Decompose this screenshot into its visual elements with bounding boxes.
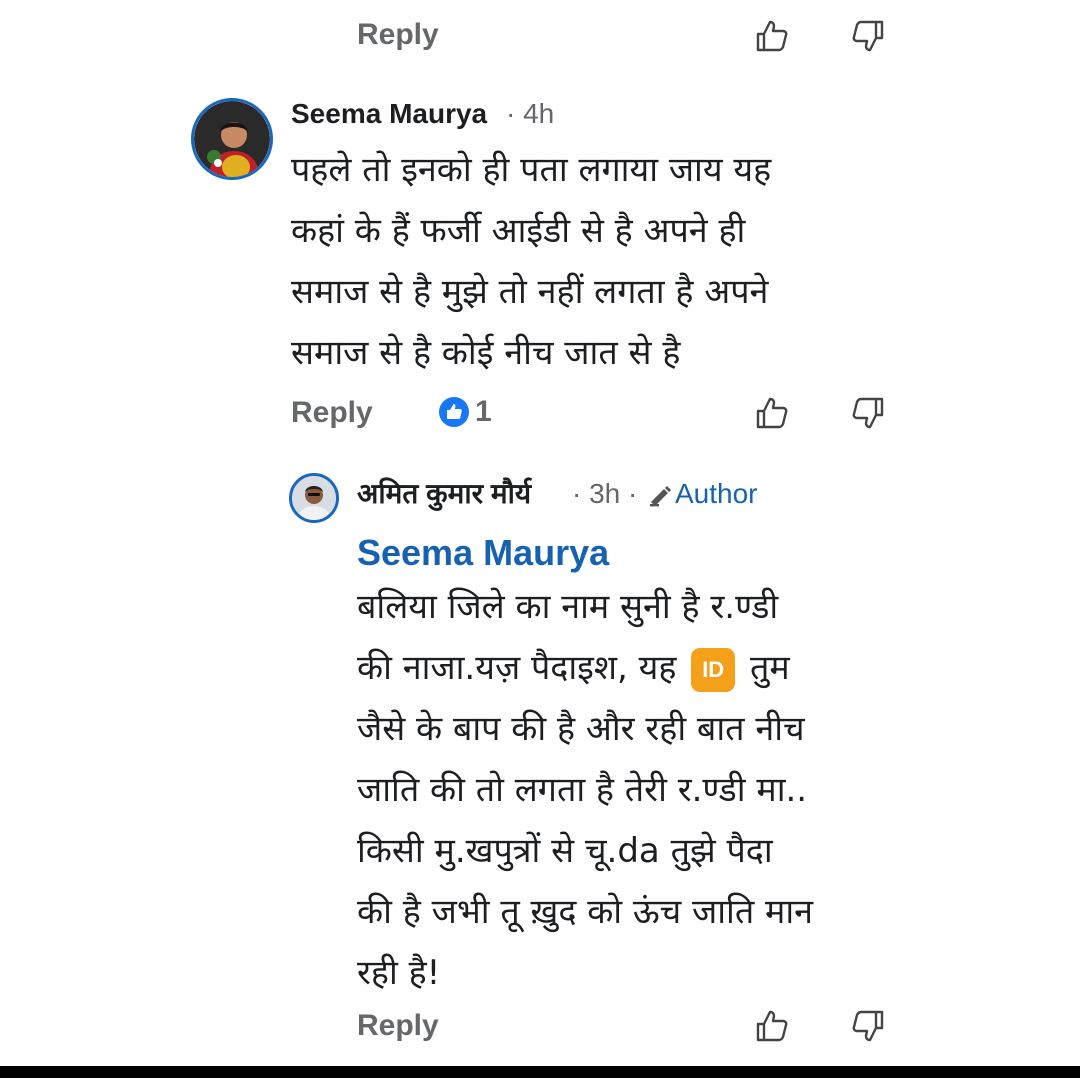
reply-author[interactable]: अमित कुमार मौर्य [357, 477, 531, 511]
comment-line: समाज से है मुझे तो नहीं लगता है अपने [291, 272, 769, 312]
reply-body: बलिया जिले का नाम सुनी है र.ण्डी की नाजा… [357, 577, 813, 1004]
reply-line: की नाजा.यज़ पैदाइश, यह ID तुम [357, 638, 813, 699]
thumbs-down-icon[interactable] [850, 18, 886, 54]
reply-line: बलिया जिले का नाम सुनी है र.ण्डी [357, 587, 779, 627]
comment-author[interactable]: Seema Maurya [291, 97, 487, 131]
reply-line-segment: तुम [750, 648, 790, 688]
reply-line: रही है! [357, 953, 441, 993]
profile-photo [292, 476, 336, 520]
mention-link[interactable]: Seema Maurya [357, 531, 609, 575]
avatar[interactable] [191, 98, 273, 180]
comment-body: पहले तो इनको ही पता लगाया जाय यह कहां के… [291, 140, 771, 384]
reply-line: जैसे के बाप की है और रही बात नीच [357, 709, 805, 749]
like-reaction-icon [439, 397, 469, 427]
comment-timestamp[interactable]: · 4h [506, 97, 554, 131]
reply-avatar[interactable] [289, 473, 339, 523]
reply-button[interactable]: Reply [357, 1008, 439, 1044]
id-emoji-icon: ID [691, 647, 736, 692]
pencil-icon [650, 486, 671, 507]
thumbs-up-icon[interactable] [754, 1008, 790, 1044]
thumbs-down-icon[interactable] [850, 395, 886, 431]
profile-photo [194, 101, 270, 177]
thumbs-up-icon[interactable] [754, 395, 790, 431]
thumbs-up-icon[interactable] [754, 18, 790, 54]
comment-line: कहां के हैं फर्जी आईडी से है अपने ही [291, 211, 746, 251]
reply-line: जाति की तो लगता है तेरी र.ण्डी मा.. [357, 770, 808, 810]
author-badge: Author [675, 478, 758, 509]
reply-timestamp[interactable]: · 3h · [572, 477, 637, 511]
reply-line-segment: की नाजा.यज़ पैदाइश, यह [357, 648, 677, 688]
comment-line: समाज से है कोई नीच जात से है [291, 333, 681, 373]
reply-line: किसी मु.खपुत्रों से चू.da तुझे पैदा [357, 831, 773, 871]
thumbs-down-icon[interactable] [850, 1008, 886, 1044]
comment-line: पहले तो इनको ही पता लगाया जाय यह [291, 150, 772, 190]
reply-button[interactable]: Reply [357, 17, 439, 53]
reply-button[interactable]: Reply [291, 395, 373, 431]
bottom-border [0, 1066, 1080, 1078]
reply-line: की है जभी तू ख़ुद को ऊंच जाति मान [357, 892, 814, 932]
like-count: 1 [475, 395, 492, 428]
reaction-summary[interactable]: 1 [439, 395, 492, 431]
